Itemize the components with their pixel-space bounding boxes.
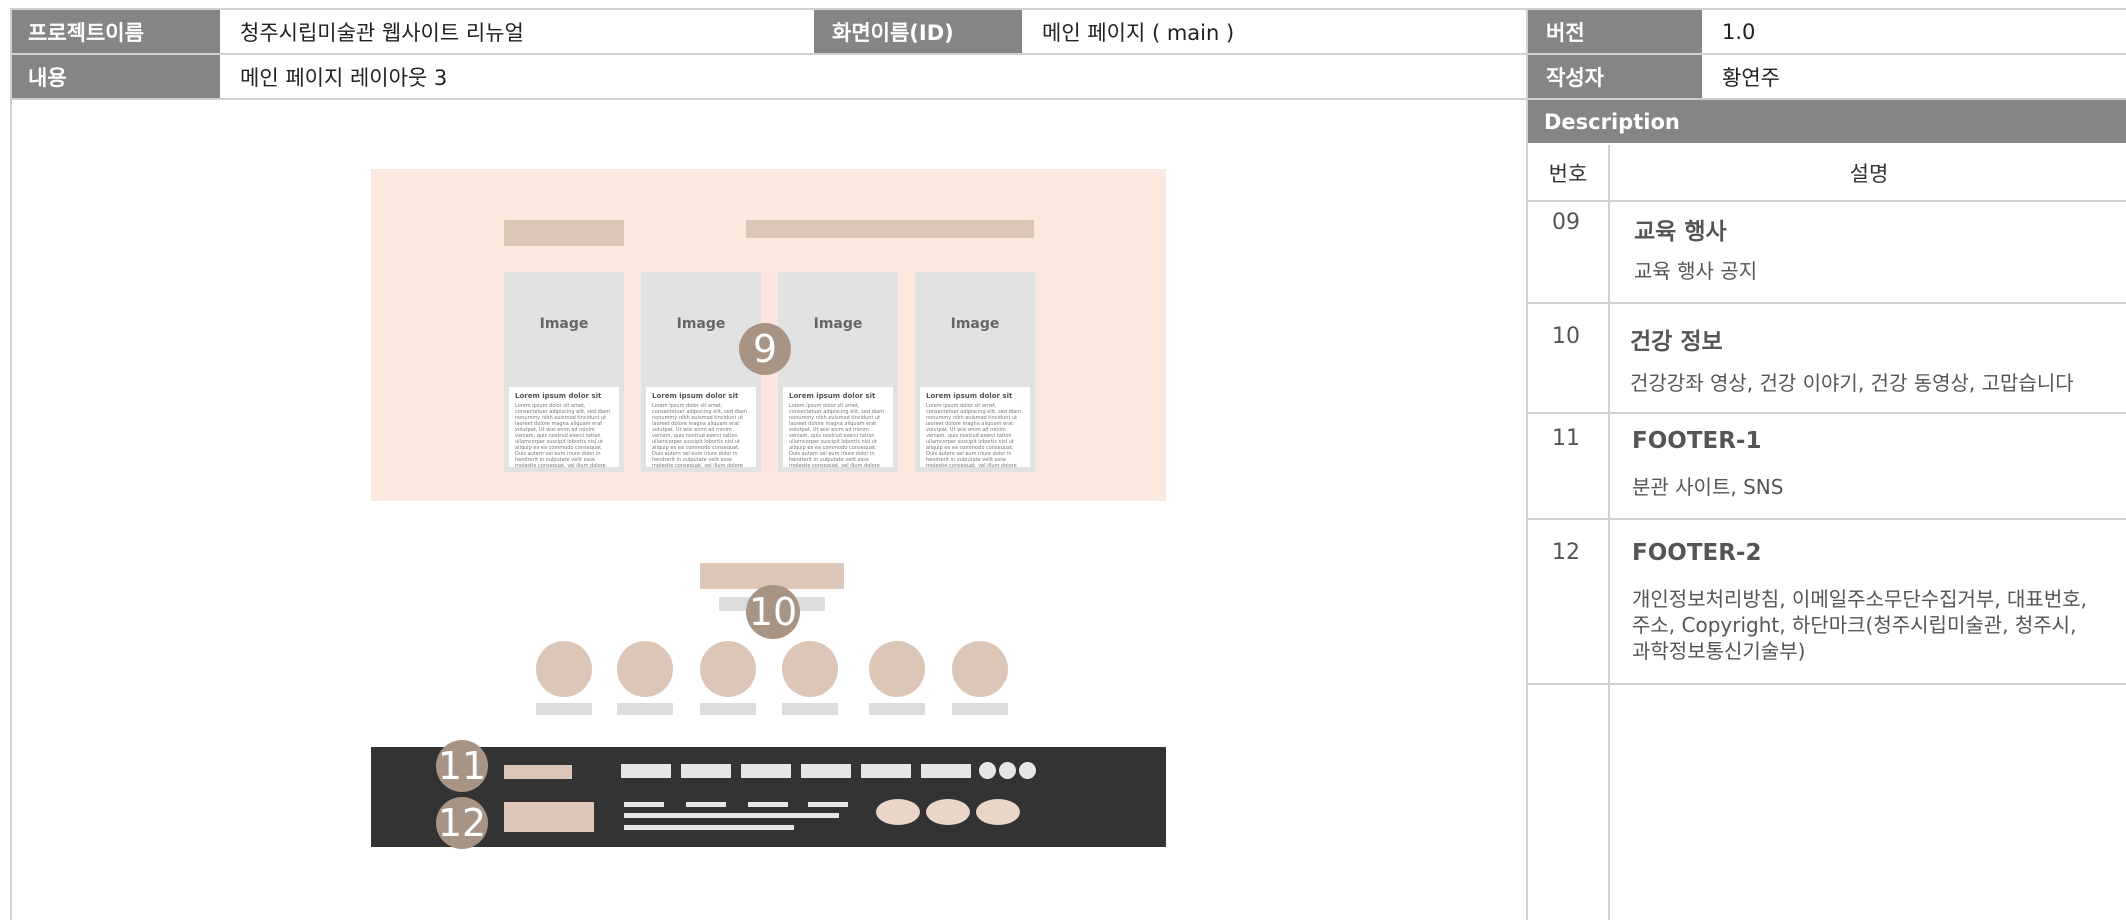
health-caption-placeholder [869,703,925,715]
grid-line [1528,518,2126,520]
card-text-box: Lorem ipsum dolor sit Lorem ipsum dolor … [646,387,756,467]
health-caption-placeholder [700,703,756,715]
desc-title: FOOTER-1 [1632,428,1762,454]
project-label: 프로젝트이름 [10,10,220,53]
col-desc-header: 설명 [1849,161,1889,186]
desc-number: 11 [1552,426,1580,451]
event-card: Image Lorem ipsum dolor sit Lorem ipsum … [504,272,624,472]
screen-value: 메인 페이지 ( main ) [1024,10,1526,53]
education-section: Image Lorem ipsum dolor sit Lorem ipsum … [371,169,1166,501]
col-number-header: 번호 [1548,161,1588,186]
card-image-label: Image [539,316,589,332]
health-circle [952,641,1008,697]
footer-text-line [686,802,726,807]
health-caption-placeholder [536,703,592,715]
card-text-box: Lorem ipsum dolor sit Lorem ipsum dolor … [920,387,1030,467]
health-circle [617,641,673,697]
grid-line [1528,412,2126,414]
desc-text: 건강강좌 영상, 건강 이야기, 건강 동영상, 고맙습니다 [1630,371,2074,395]
section-tabs-placeholder [746,220,1034,238]
event-card: Image Lorem ipsum dolor sit Lorem ipsum … [915,272,1035,472]
footer-mark-oval [876,799,920,825]
footer-mark-oval [976,799,1020,825]
desc-number: 12 [1552,540,1580,565]
number-badge: 10 [746,585,800,639]
event-card: Image Lorem ipsum dolor sit Lorem ipsum … [778,272,898,472]
version-label: 버전 [1528,10,1702,53]
card-image-label: Image [813,316,863,332]
footer-link-placeholder [921,764,971,778]
footer-logo-placeholder [504,765,572,779]
sns-icon [979,762,996,779]
health-caption-placeholder [952,703,1008,715]
desc-number: 10 [1552,324,1580,349]
card-text-box: Lorem ipsum dolor sit Lorem ipsum dolor … [783,387,893,467]
card-title: Lorem ipsum dolor sit [789,392,876,400]
number-badge: 9 [739,323,791,375]
content-value: 메인 페이지 레이아웃 3 [222,55,1526,98]
card-body: Lorem ipsum dolor sit amet, consectetuer… [652,403,748,467]
desc-text: 분관 사이트, SNS [1632,475,1784,499]
version-value: 1.0 [1704,10,2126,53]
card-body: Lorem ipsum dolor sit amet, consectetuer… [926,403,1022,467]
event-card: Image Lorem ipsum dolor sit Lorem ipsum … [641,272,761,472]
footer-text-line [624,825,794,830]
grid-line [1528,200,2126,202]
author-label: 작성자 [1528,55,1702,98]
footer-mark-oval [926,799,970,825]
health-circle [536,641,592,697]
number-badge: 11 [436,740,488,792]
card-image-label: Image [950,316,1000,332]
grid-line [10,8,12,920]
screen-label: 화면이름(ID) [814,10,1022,53]
health-section: 10 [504,555,1034,717]
card-image-label: Image [676,316,726,332]
footer-text-line [748,802,788,807]
desc-title: 건강 정보 [1630,329,1723,355]
footer-text-line [624,813,839,818]
grid-line [10,53,2126,55]
footer-link-placeholder [861,764,911,778]
grid-line [1528,683,2126,685]
desc-number: 09 [1552,210,1580,235]
health-circle [700,641,756,697]
health-circle [869,641,925,697]
footer-section [371,747,1166,847]
footer-text-line [624,802,664,807]
card-title: Lorem ipsum dolor sit [515,392,602,400]
sns-icon [1019,762,1036,779]
health-caption-placeholder [617,703,673,715]
description-title: Description [1528,100,2126,143]
desc-title: FOOTER-2 [1632,540,1762,566]
footer-mark-placeholder [504,802,594,832]
footer-link-placeholder [621,764,671,778]
desc-title: 교육 행사 [1634,219,1727,245]
footer-link-placeholder [741,764,791,778]
card-body: Lorem ipsum dolor sit amet, consectetuer… [515,403,611,467]
footer-text-line [808,802,848,807]
card-body: Lorem ipsum dolor sit amet, consectetuer… [789,403,885,467]
desc-text: 개인정보처리방침, 이메일주소무단수집거부, 대표번호, 주소, Copyrig… [1632,587,2087,663]
health-caption-placeholder [782,703,838,715]
grid-line [1528,302,2126,304]
card-title: Lorem ipsum dolor sit [926,392,1013,400]
sns-icon [999,762,1016,779]
number-badge: 12 [436,797,488,849]
grid-line [1608,145,1610,920]
section-title-placeholder [504,220,624,246]
card-title: Lorem ipsum dolor sit [652,392,739,400]
health-circle [782,641,838,697]
card-text-box: Lorem ipsum dolor sit Lorem ipsum dolor … [509,387,619,467]
author-value: 황연주 [1704,55,2126,98]
grid-line [10,8,2126,10]
desc-text: 교육 행사 공지 [1634,259,1758,283]
footer-link-placeholder [801,764,851,778]
footer-link-placeholder [681,764,731,778]
project-value: 청주시립미술관 웹사이트 리뉴얼 [222,10,812,53]
content-label: 내용 [10,55,220,98]
